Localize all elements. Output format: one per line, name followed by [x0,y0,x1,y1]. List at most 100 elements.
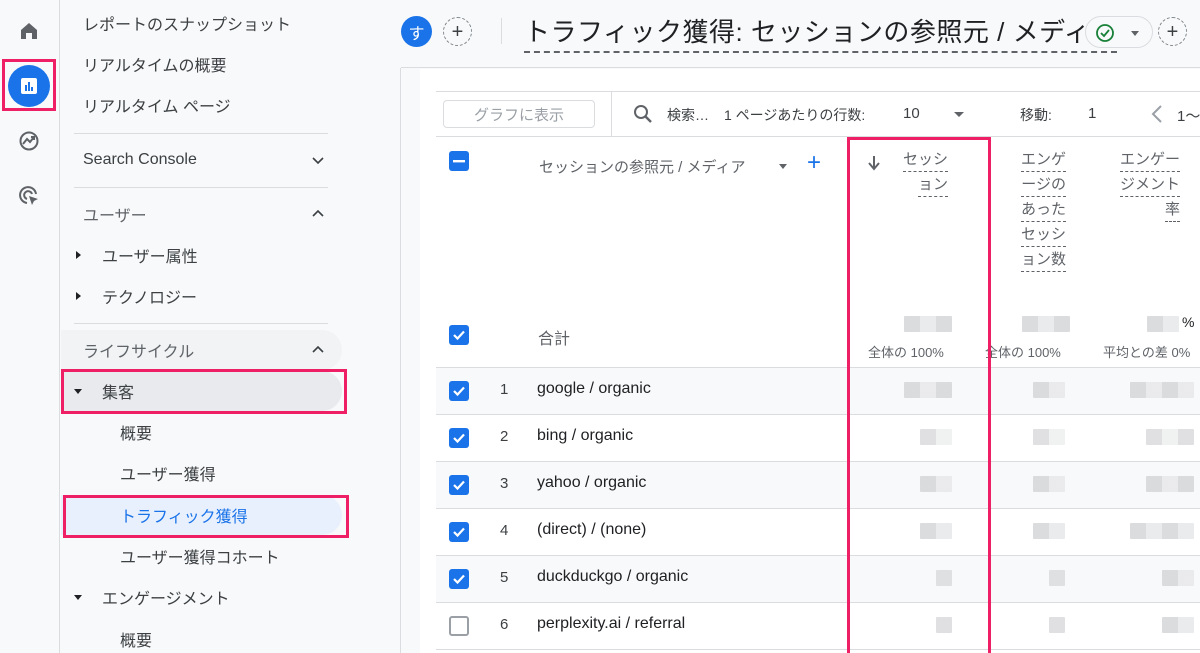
metric-header-engaged-sessions[interactable]: エンゲ ージの あった セッシ ョン数 [1008,149,1066,274]
indeterminate-icon [453,160,465,163]
plus-icon: + [1166,20,1179,43]
caret-down-icon [74,389,82,394]
caret-right-icon [76,292,81,300]
row-source-medium[interactable]: bing / organic [537,427,633,445]
table-row[interactable]: 3 yahoo / organic [436,461,1200,508]
goto-page-input[interactable]: 1 [1088,105,1096,122]
avatar[interactable]: す [401,16,432,47]
rows-per-page-label: 1 ページあたりの行数: [724,107,866,123]
goto-label: 移動: [1020,107,1052,123]
cursor-target-icon [19,186,38,205]
add-button[interactable]: + [1158,17,1187,46]
engaged-sessions-value [1049,617,1065,633]
sessions-value [920,476,952,492]
advertising-button[interactable] [6,173,52,219]
table-row[interactable]: 5 duckduckgo / organic [436,555,1200,602]
chevron-up-icon [312,345,324,353]
table-card: グラフに表示 検索… 1 ページあたりの行数: 10 移動: 1 1〜 セッショ… [420,69,1200,653]
metric-header-engagement-rate[interactable]: エンゲー ジメント 率 [1110,149,1180,224]
row-rank: 4 [500,522,509,539]
row-checkbox[interactable] [449,616,469,636]
engagement-rate-value [1130,382,1194,398]
page-range: 1〜 [1177,108,1200,125]
nav-item-engagement[interactable]: エンゲージメント [61,577,341,617]
chevron-up-icon [312,209,324,217]
check-circle-icon [1096,24,1114,42]
engagement-rate-value [1162,570,1194,586]
report-header: す + トラフィック獲得: セッションの参照元 / メディア + [401,0,1200,68]
dropdown-arrow-icon[interactable] [954,112,964,117]
add-dimension-button[interactable]: + [807,151,821,175]
row-source-medium[interactable]: (direct) / (none) [537,521,646,539]
engagement-rate-value [1130,523,1194,539]
table-row[interactable]: 2 bing / organic [436,414,1200,461]
search-input[interactable]: 検索… [667,105,709,125]
sessions-value [904,382,952,398]
row-checkbox[interactable] [449,522,469,542]
table-row[interactable]: 1 google / organic [436,367,1200,414]
report-status-chip[interactable] [1085,16,1153,48]
nav-section-search-console[interactable]: Search Console [61,140,341,180]
engaged-sessions-value [1049,570,1065,586]
row-checkbox[interactable] [449,428,469,448]
checkmark-icon [453,330,465,341]
row-checkbox[interactable] [449,569,469,589]
table-toolbar: グラフに表示 検索… 1 ページあたりの行数: 10 移動: 1 1〜 [436,91,1200,137]
total-checkbox[interactable] [449,325,469,345]
caret-right-icon [76,251,81,259]
dimension-dropdown-icon[interactable] [779,164,787,169]
row-checkbox[interactable] [449,475,469,495]
total-engaged-sessions-value [1022,316,1070,332]
total-note-sessions: 全体の 100% [868,345,944,360]
icon-rail [0,0,60,653]
total-engagement-rate-value [1147,316,1179,332]
explore-button[interactable] [6,118,52,164]
nav-item-demographics[interactable]: ユーザー属性 [61,235,341,275]
dimension-column-header[interactable]: セッションの参照元 / メディア [539,156,745,177]
select-all-checkbox[interactable] [449,151,469,171]
row-source-medium[interactable]: perplexity.ai / referral [537,615,685,633]
nav-divider [74,133,328,134]
row-checkbox[interactable] [449,381,469,401]
row-source-medium[interactable]: yahoo / organic [537,474,646,492]
row-source-medium[interactable]: duckduckgo / organic [537,568,688,586]
table-row[interactable]: 6 perplexity.ai / referral [436,602,1200,649]
home-button[interactable] [6,8,52,54]
row-rank: 5 [500,569,509,586]
engaged-sessions-value [1033,476,1065,492]
row-rank: 1 [500,381,509,398]
report-nav: レポートのスナップショット リアルタイムの概要 リアルタイム ページ Searc… [61,0,401,653]
engagement-rate-value [1162,617,1194,633]
engagement-rate-value [1146,429,1194,445]
sort-descending-icon[interactable] [867,155,881,171]
engagement-rate-value [1146,476,1194,492]
nav-item-acquisition[interactable]: 集客 [61,371,341,411]
nav-section-user[interactable]: ユーザー [61,194,341,234]
total-note-engaged: 全体の 100% [985,345,1061,360]
rows-per-page-select[interactable]: 10 [903,105,920,122]
nav-section-lifecycle[interactable]: ライフサイクル [61,330,341,370]
plus-icon: + [451,20,464,43]
nav-item-technology[interactable]: テクノロジー [61,276,341,316]
total-sessions-value [904,316,952,332]
row-rank: 2 [500,428,509,445]
sessions-value [936,570,952,586]
checkmark-icon [453,386,465,397]
chevron-left-icon[interactable] [1150,104,1164,124]
reports-button[interactable] [8,65,50,107]
checkmark-icon [453,480,465,491]
dropdown-arrow-icon [1131,31,1139,36]
add-comparison-button[interactable]: + [443,17,472,46]
page-title[interactable]: トラフィック獲得: セッションの参照元 / メディア [524,12,1117,53]
plot-rows-button[interactable]: グラフに表示 [443,100,595,128]
caret-down-icon [74,595,82,600]
home-icon [21,23,37,39]
search-icon[interactable] [633,104,653,124]
table-row[interactable]: 4 (direct) / (none) [436,508,1200,555]
metric-header-sessions[interactable]: セッシ ョン [890,149,948,199]
percent-sign: % [1182,314,1195,330]
engaged-sessions-value [1033,382,1065,398]
row-rank: 6 [500,616,509,633]
bar-chart-icon [21,78,37,94]
row-source-medium[interactable]: google / organic [537,380,651,398]
